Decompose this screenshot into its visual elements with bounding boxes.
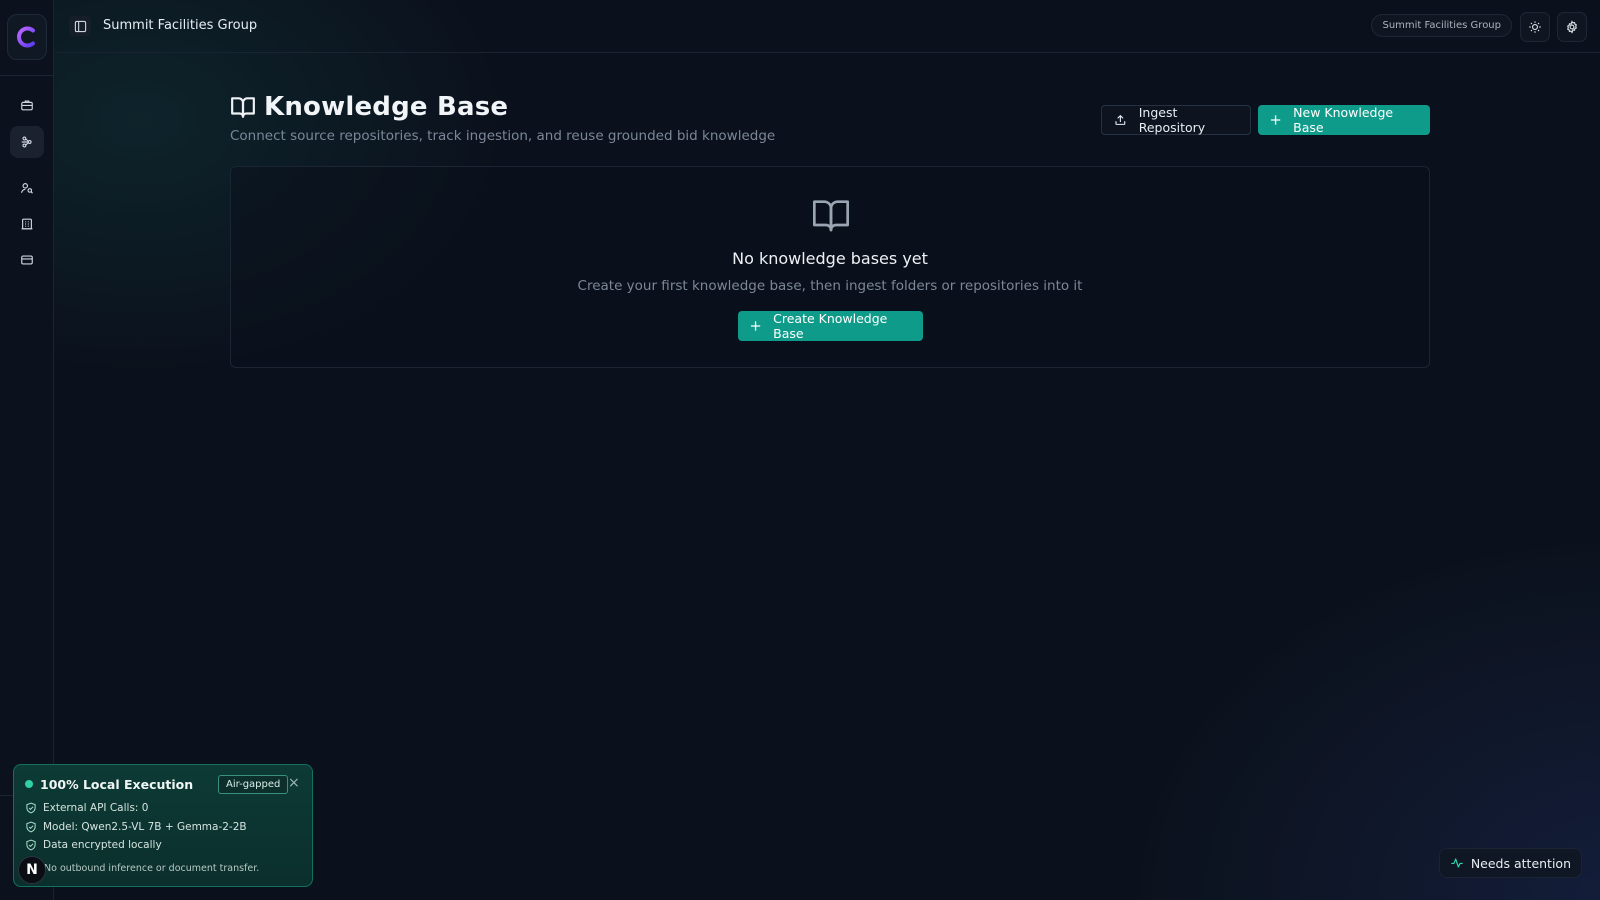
sidebar-item-user-search[interactable] xyxy=(10,172,44,204)
avatar[interactable]: N xyxy=(18,856,46,884)
sidebar-divider xyxy=(0,75,54,76)
shield-check-icon xyxy=(26,802,36,814)
empty-state-title: No knowledge bases yet xyxy=(732,249,928,268)
new-knowledge-base-label: New Knowledge Base xyxy=(1293,105,1394,135)
credit-card-icon xyxy=(21,255,33,265)
local-panel-row: Data encrypted locally xyxy=(25,839,162,851)
close-icon[interactable]: × xyxy=(288,776,300,790)
local-panel-row-text: Model: Qwen2.5-VL 7B + Gemma-2-2B xyxy=(43,821,247,833)
briefcase-icon xyxy=(21,100,33,111)
needs-attention-button[interactable]: Needs attention xyxy=(1438,848,1582,878)
local-panel-row-text: External API Calls: 0 xyxy=(43,802,149,814)
book-open-icon xyxy=(231,97,255,118)
user-search-icon xyxy=(21,183,33,194)
shield-check-icon xyxy=(26,839,36,851)
sidebar-toggle-button[interactable] xyxy=(69,16,91,36)
needs-attention-label: Needs attention xyxy=(1470,855,1571,871)
local-panel-row: Model: Qwen2.5-VL 7B + Gemma-2-2B xyxy=(25,821,247,833)
building-icon xyxy=(21,218,33,230)
org-switcher[interactable]: Summit Facilities Group xyxy=(1371,14,1512,37)
page-title: Knowledge Base xyxy=(264,92,509,122)
sidebar-item-briefcase[interactable] xyxy=(10,89,44,121)
status-dot xyxy=(25,780,33,788)
empty-state-text: Create your first knowledge base, then i… xyxy=(577,278,1083,294)
topbar: Summit Facilities Group Summit Facilitie… xyxy=(55,0,1600,53)
theme-toggle-button[interactable] xyxy=(1520,12,1550,42)
local-execution-panel: 100% Local Execution Air-gapped × Extern… xyxy=(13,764,313,887)
sun-icon xyxy=(1529,21,1541,33)
plus-icon xyxy=(1270,115,1281,125)
page-subtitle: Connect source repositories, track inges… xyxy=(230,128,776,144)
create-knowledge-base-label: Create Knowledge Base xyxy=(773,311,888,341)
panel-left-icon xyxy=(74,20,86,32)
sidebar-item-workflow[interactable] xyxy=(10,126,44,158)
workspace-title: Summit Facilities Group xyxy=(103,18,258,33)
sidebar-item-building[interactable] xyxy=(10,208,44,240)
activity-icon xyxy=(1451,858,1463,868)
gear-icon xyxy=(1566,20,1578,34)
upload-icon xyxy=(1115,114,1126,125)
ingest-repository-button[interactable]: Ingest Repository xyxy=(1101,105,1251,135)
empty-state-card: No knowledge bases yet Create your first… xyxy=(230,166,1430,368)
logo-icon xyxy=(17,26,35,48)
plus-icon xyxy=(750,321,761,331)
local-panel-row: External API Calls: 0 xyxy=(25,802,148,814)
create-knowledge-base-button[interactable]: Create Knowledge Base xyxy=(738,311,923,341)
local-panel-row-text: Data encrypted locally xyxy=(43,839,162,851)
workflow-icon xyxy=(21,136,32,148)
ingest-repository-label: Ingest Repository xyxy=(1138,105,1206,135)
book-open-icon xyxy=(813,200,849,232)
local-execution-title: 100% Local Execution xyxy=(40,777,194,792)
local-panel-footer: No outbound inference or document transf… xyxy=(44,863,260,874)
air-gapped-badge: Air-gapped xyxy=(218,775,289,794)
settings-button[interactable] xyxy=(1557,12,1587,42)
new-knowledge-base-button[interactable]: New Knowledge Base xyxy=(1258,105,1430,135)
page-header: Knowledge Base xyxy=(230,92,508,122)
app-logo[interactable] xyxy=(7,14,47,60)
shield-check-icon xyxy=(26,821,36,833)
sidebar-item-billing[interactable] xyxy=(10,244,44,276)
